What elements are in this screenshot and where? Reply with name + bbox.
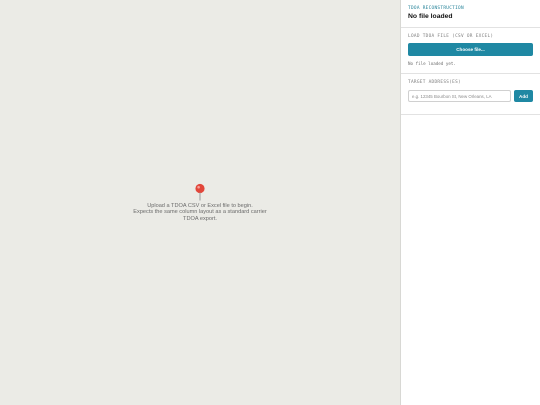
pin-icon xyxy=(195,183,205,201)
address-input[interactable] xyxy=(408,90,511,102)
sidebar: TDOA RECONSTRUCTION No file loaded LOAD … xyxy=(401,0,540,405)
map-panel[interactable]: Upload a TDOA CSV or Excel file to begin… xyxy=(0,0,401,405)
empty-state-line-3: TDOA export. xyxy=(183,215,217,222)
add-address-button[interactable]: Add xyxy=(514,90,533,102)
load-file-label: LOAD TDOA FILE (CSV OR EXCEL) xyxy=(408,34,494,39)
load-status-text: No file loaded yet. xyxy=(408,61,456,66)
load-file-section: LOAD TDOA FILE (CSV OR EXCEL) Choose fil… xyxy=(401,28,540,74)
target-address-label: TARGET ADDRESS(ES) xyxy=(408,80,461,85)
file-status-title: No file loaded xyxy=(408,13,453,20)
app-root: Upload a TDOA CSV or Excel file to begin… xyxy=(0,0,540,405)
app-eyebrow: TDOA RECONSTRUCTION xyxy=(408,6,464,11)
sidebar-header: TDOA RECONSTRUCTION No file loaded xyxy=(401,0,540,28)
target-address-section: TARGET ADDRESS(ES) Add xyxy=(401,74,540,115)
choose-file-button[interactable]: Choose file... xyxy=(408,43,533,56)
empty-state: Upload a TDOA CSV or Excel file to begin… xyxy=(0,183,400,222)
address-row: Add xyxy=(408,90,533,102)
